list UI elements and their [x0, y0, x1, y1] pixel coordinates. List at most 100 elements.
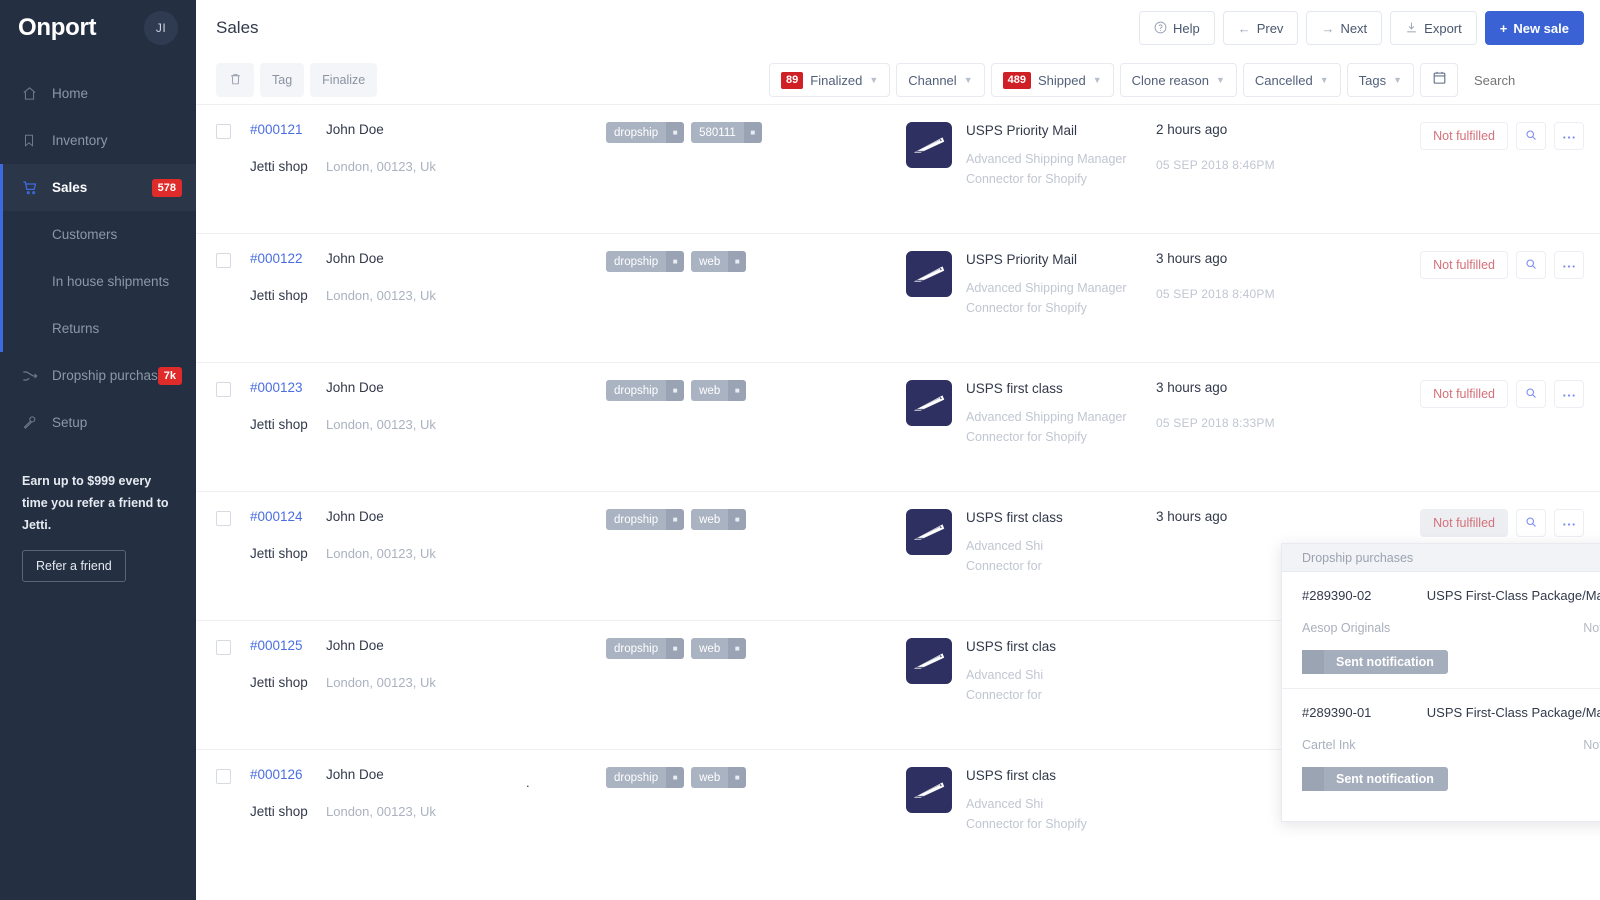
sidebar-item-returns[interactable]: Returns	[0, 305, 196, 352]
order-link[interactable]: #000124	[250, 509, 326, 524]
more-actions-button[interactable]	[1554, 251, 1584, 279]
next-button[interactable]: → Next	[1306, 11, 1383, 45]
tag-pill[interactable]: dropship ■	[606, 509, 685, 530]
tag-pill[interactable]: web ■	[691, 638, 747, 659]
customer-name: John Doe	[326, 767, 384, 782]
table-row[interactable]: #000122 Jetti shop John Doe London, 0012…	[196, 233, 1600, 362]
row-checkbox[interactable]	[216, 253, 231, 268]
filter-clone-reason[interactable]: Clone reason ▼	[1119, 63, 1237, 97]
filter-finalized[interactable]: 89 Finalized ▼	[769, 63, 891, 97]
tag-pill[interactable]: dropship ■	[606, 251, 685, 272]
help-icon	[1154, 21, 1167, 36]
search-input[interactable]	[1464, 63, 1584, 97]
status-badge[interactable]: Not fulfilled	[1420, 380, 1508, 408]
search-row-button[interactable]	[1516, 122, 1546, 150]
avatar[interactable]: JI	[144, 11, 178, 45]
customer-address: London, 00123, Uk	[326, 288, 436, 303]
tag-remove-icon[interactable]: ■	[728, 509, 747, 530]
delete-button[interactable]	[216, 63, 254, 97]
row-checkbox[interactable]	[216, 382, 231, 397]
row-checkbox[interactable]	[216, 511, 231, 526]
sidebar-item-customers[interactable]: Customers	[0, 211, 196, 258]
help-button[interactable]: Help	[1138, 11, 1215, 45]
sidebar-item-inventory[interactable]: Inventory	[0, 117, 196, 164]
more-actions-button[interactable]	[1554, 509, 1584, 537]
order-link[interactable]: #000123	[250, 380, 326, 395]
sent-notification-button[interactable]: Sent notification	[1302, 650, 1448, 674]
order-link[interactable]: #000125	[250, 638, 326, 653]
status-badge[interactable]: Not fulfilled	[1420, 122, 1508, 150]
search-row-button[interactable]	[1516, 380, 1546, 408]
tag-label: web	[691, 509, 729, 530]
relative-time: 3 hours ago	[1156, 509, 1228, 524]
more-actions-button[interactable]	[1554, 380, 1584, 408]
tag-pill[interactable]: dropship ■	[606, 638, 685, 659]
refer-a-friend-button[interactable]: Refer a friend	[22, 550, 126, 582]
search-row-button[interactable]	[1516, 509, 1546, 537]
usps-logo-icon	[906, 509, 952, 555]
row-checkbox[interactable]	[216, 640, 231, 655]
tag-remove-icon[interactable]: ■	[666, 638, 685, 659]
relative-time: 3 hours ago	[1156, 380, 1228, 395]
date-picker-button[interactable]	[1420, 63, 1458, 97]
new-sale-button[interactable]: + New sale	[1484, 11, 1584, 45]
tag-remove-icon[interactable]: ■	[666, 251, 685, 272]
search-icon	[1525, 387, 1537, 402]
tag-label: dropship	[606, 380, 667, 401]
status-badge[interactable]: Not fulfilled	[1420, 251, 1508, 279]
tag-pill[interactable]: dropship ■	[606, 380, 685, 401]
tag-pill[interactable]: dropship ■	[606, 122, 685, 143]
tag-remove-icon[interactable]: ■	[728, 638, 747, 659]
tag-remove-icon[interactable]: ■	[666, 380, 685, 401]
search-row-button[interactable]	[1516, 251, 1546, 279]
status-badge[interactable]: Not fulfilled	[1420, 509, 1508, 537]
purchase-id[interactable]: #289390-01	[1302, 705, 1371, 720]
table-row[interactable]: #000123 Jetti shop John Doe London, 0012…	[196, 362, 1600, 491]
plus-icon: +	[1499, 20, 1508, 36]
filter-shipped[interactable]: 489 Shipped ▼	[990, 63, 1114, 97]
tag-remove-icon[interactable]: ■	[666, 767, 685, 788]
order-link[interactable]: #000122	[250, 251, 326, 266]
sidebar-item-dropship-purchases[interactable]: Dropship purchases 7k	[0, 352, 196, 399]
carrier-app: Advanced Shi	[966, 539, 1044, 553]
tag-remove-icon[interactable]: ■	[728, 767, 747, 788]
sidebar-item-sales[interactable]: Sales 578	[0, 164, 196, 211]
order-link[interactable]: #000121	[250, 122, 326, 137]
filter-channel[interactable]: Channel ▼	[896, 63, 985, 97]
order-cell: #000122 Jetti shop	[250, 251, 326, 303]
tag-pill[interactable]: dropship ■	[606, 767, 685, 788]
tag-label: web	[691, 380, 729, 401]
order-link[interactable]: #000126	[250, 767, 326, 782]
dropship-purchases-popup: Dropship purchases #289390-02 USPS First…	[1281, 543, 1600, 822]
tag-pill[interactable]: web ■	[691, 509, 747, 530]
tag-pill[interactable]: web ■	[691, 767, 747, 788]
finalize-button[interactable]: Finalize	[310, 63, 378, 97]
row-checkbox[interactable]	[216, 769, 231, 784]
filter-tags[interactable]: Tags ▼	[1346, 63, 1414, 97]
tag-remove-icon[interactable]: ■	[728, 380, 747, 401]
purchase-id[interactable]: #289390-02	[1302, 588, 1371, 603]
tag-remove-icon[interactable]: ■	[728, 251, 747, 272]
sent-notification-button[interactable]: Sent notification	[1302, 767, 1448, 791]
customer-address: London, 00123, Uk	[326, 417, 436, 432]
tag-remove-icon[interactable]: ■	[666, 509, 685, 530]
more-actions-button[interactable]	[1554, 122, 1584, 150]
prev-button[interactable]: ← Prev	[1222, 11, 1299, 45]
sidebar-item-home[interactable]: Home	[0, 70, 196, 117]
export-button[interactable]: Export	[1390, 11, 1477, 45]
tag-button[interactable]: Tag	[260, 63, 305, 97]
carrier-name: USPS first clas	[966, 639, 1057, 654]
sidebar-item-in-house-shipments[interactable]: In house shipments	[0, 258, 196, 305]
tag-pill[interactable]: web ■	[691, 380, 747, 401]
filter-cancelled[interactable]: Cancelled ▼	[1242, 63, 1341, 97]
tag-remove-icon[interactable]: ■	[666, 122, 685, 143]
filter-toolbar: Tag Finalize 89 Finalized ▼ Channel ▼ 48…	[196, 56, 1600, 104]
sidebar-item-setup[interactable]: Setup	[0, 399, 196, 446]
popup-entry: #289390-02 USPS First-Class Package/Mail…	[1282, 572, 1600, 689]
table-row[interactable]: #000121 Jetti shop John Doe London, 0012…	[196, 104, 1600, 233]
row-checkbox[interactable]	[216, 124, 231, 139]
tag-pill[interactable]: 580111 ■	[691, 122, 762, 143]
tag-pill[interactable]: web ■	[691, 251, 747, 272]
tag-remove-icon[interactable]: ■	[743, 122, 762, 143]
popup-entry-header: #289390-01 USPS First-Class Package/Mail…	[1302, 705, 1600, 720]
